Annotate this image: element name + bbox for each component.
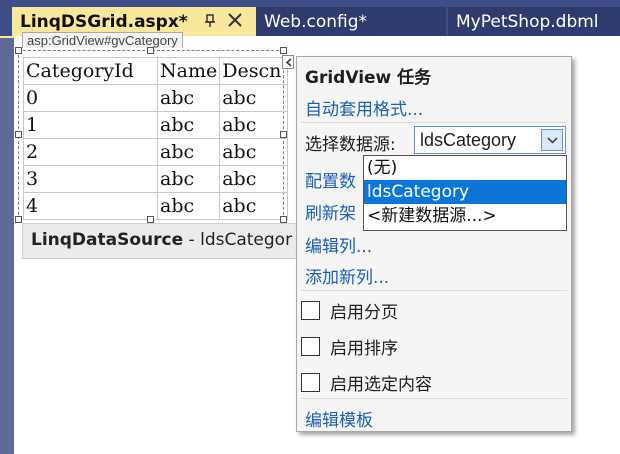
table-row: 3 abc abc — [23, 165, 289, 193]
resize-handle[interactable] — [15, 216, 22, 223]
datasource-select[interactable]: ldsCategory — [414, 126, 566, 154]
table-cell: abc — [156, 165, 221, 193]
chevron-left-icon — [285, 58, 292, 67]
table-cell: 0 — [23, 84, 158, 112]
enable-selection-checkbox[interactable]: 启用选定内容 — [301, 370, 432, 395]
dropdown-option-none[interactable]: (无) — [364, 156, 566, 180]
column-header: Descn — [219, 57, 289, 85]
refresh-schema-link[interactable]: 刷新架 — [305, 199, 356, 224]
chevron-down-icon — [547, 137, 558, 144]
control-separator: - — [183, 230, 201, 250]
table-cell: 3 — [23, 165, 158, 193]
table-cell: 1 — [23, 111, 158, 139]
checkbox-box[interactable] — [301, 337, 320, 356]
divider — [301, 122, 567, 123]
checkbox-box[interactable] — [301, 373, 320, 392]
table-row: 2 abc abc — [23, 138, 289, 166]
dropdown-option-new-datasource[interactable]: <新建数据源...> — [364, 204, 566, 228]
tab-mypetshop-dbml[interactable]: MyPetShop.dbml — [448, 7, 620, 36]
control-id: ldsCategor — [200, 230, 293, 250]
smart-tag-button[interactable] — [282, 55, 294, 69]
checkbox-label: 启用分页 — [330, 303, 398, 323]
table-cell: abc — [219, 138, 289, 166]
checkbox-label: 启用排序 — [330, 339, 398, 359]
enable-paging-checkbox[interactable]: 启用分页 — [301, 298, 398, 323]
table-cell: abc — [156, 111, 221, 139]
dropdown-button[interactable] — [541, 129, 563, 151]
tab-label: Web.config* — [264, 11, 367, 32]
edit-templates-link[interactable]: 编辑模板 — [305, 406, 373, 431]
table-cell: abc — [156, 138, 221, 166]
table-cell: 2 — [23, 138, 158, 166]
resize-handle[interactable] — [147, 216, 154, 223]
pin-icon[interactable] — [202, 12, 218, 30]
table-cell: abc — [156, 84, 221, 112]
datasource-dropdown-list: (无) ldsCategory <新建数据源...> — [363, 155, 567, 231]
panel-title: GridView 任务 — [305, 68, 432, 88]
table-cell: 4 — [23, 192, 158, 220]
resize-handle[interactable] — [280, 47, 287, 54]
table-cell: abc — [219, 111, 289, 139]
document-tab-strip: LinqDSGrid.aspx* Web.config* MyPetShop.d… — [0, 0, 620, 36]
add-column-link[interactable]: 添加新列... — [305, 263, 389, 288]
resize-handle[interactable] — [15, 131, 22, 138]
close-icon[interactable] — [226, 11, 244, 29]
auto-format-link[interactable]: 自动套用格式... — [305, 95, 423, 120]
table-header-row: CategoryId Name Descn — [23, 57, 289, 85]
table-cell: abc — [219, 165, 289, 193]
tab-label: LinqDSGrid.aspx* — [20, 11, 188, 32]
datasource-label: 选择数据源: — [305, 135, 396, 155]
datasource-select-value: ldsCategory — [420, 130, 517, 150]
table-cell: abc — [219, 84, 289, 112]
checkbox-label: 启用选定内容 — [330, 375, 432, 395]
table-row: 1 abc abc — [23, 111, 289, 139]
control-type: LinqDataSource — [31, 230, 184, 250]
resize-handle[interactable] — [280, 131, 287, 138]
configure-datasource-link[interactable]: 配置数 — [305, 167, 356, 192]
checkbox-box[interactable] — [301, 301, 320, 320]
tab-label: MyPetShop.dbml — [456, 11, 599, 32]
dropdown-option-ldscategory[interactable]: ldsCategory — [364, 180, 566, 204]
resize-handle[interactable] — [280, 216, 287, 223]
gridview-tasks-panel: GridView 任务 自动套用格式... 选择数据源: ldsCategory… — [296, 56, 572, 432]
divider — [301, 290, 567, 291]
column-header: CategoryId — [23, 57, 158, 85]
resize-handle[interactable] — [15, 47, 22, 54]
edit-columns-link[interactable]: 编辑列... — [305, 232, 372, 257]
table-cell: abc — [156, 192, 221, 220]
table-cell: abc — [219, 192, 289, 220]
linqdatasource-control[interactable]: LinqDataSource - ldsCategor — [22, 223, 322, 259]
divider — [301, 398, 567, 399]
gridview-table[interactable]: CategoryId Name Descn 0 abc abc 1 abc ab… — [23, 57, 289, 220]
enable-sorting-checkbox[interactable]: 启用排序 — [301, 334, 398, 359]
column-header: Name — [156, 57, 221, 85]
table-row: 4 abc abc — [23, 192, 289, 220]
table-row: 0 abc abc — [23, 84, 289, 112]
control-tag: asp:GridView#gvCategory — [22, 32, 183, 48]
resize-handle[interactable] — [147, 47, 154, 54]
tab-web-config[interactable]: Web.config* — [256, 7, 446, 36]
